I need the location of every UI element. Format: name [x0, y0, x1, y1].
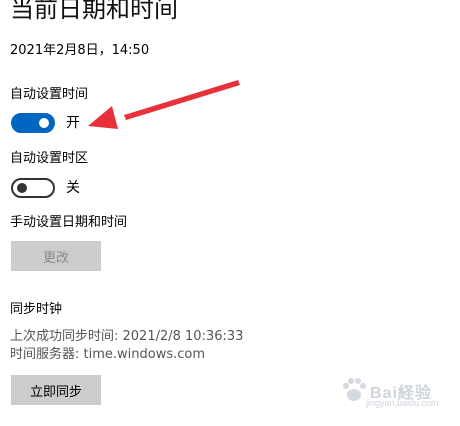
time-server: 时间服务器: time.windows.com: [10, 347, 206, 362]
page-title: 当前日期和时间: [10, 0, 178, 23]
auto-timezone-label: 自动设置时区: [10, 151, 89, 166]
current-datetime: 2021年2月8日，14:50: [10, 43, 150, 58]
change-button[interactable]: 更改: [11, 241, 101, 271]
auto-time-toggle[interactable]: [11, 113, 55, 133]
watermark: Bai経验 jingyan.baidu.com: [338, 374, 439, 408]
auto-time-state: 开: [66, 115, 80, 131]
toggle-knob: [17, 183, 27, 193]
auto-timezone-state: 关: [66, 180, 80, 196]
sync-now-button[interactable]: 立即同步: [11, 375, 101, 405]
last-sync-time: 上次成功同步时间: 2021/2/8 10:36:33: [10, 329, 244, 344]
manual-datetime-label: 手动设置日期和时间: [10, 215, 128, 230]
toggle-knob: [39, 118, 49, 128]
watermark-url: jingyan.baidu.com: [366, 398, 439, 408]
auto-timezone-toggle[interactable]: [11, 178, 55, 198]
auto-time-label: 自动设置时间: [10, 87, 89, 102]
sync-clock-title: 同步时钟: [10, 302, 63, 317]
